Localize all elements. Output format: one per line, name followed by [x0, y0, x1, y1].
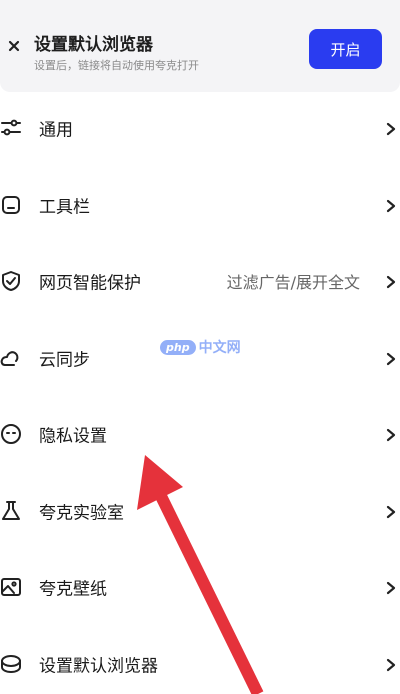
- toolbar-icon: [0, 194, 22, 216]
- chevron-right-icon: [386, 198, 396, 212]
- menu-item-lab[interactable]: 夸克实验室: [0, 473, 400, 550]
- sliders-icon: [0, 117, 22, 139]
- wallpaper-icon: [0, 576, 22, 598]
- close-icon[interactable]: [4, 36, 24, 56]
- enable-button[interactable]: 开启: [309, 29, 382, 69]
- watermark-text: 中文网: [198, 340, 241, 356]
- shield-check-icon: [0, 270, 22, 292]
- menu-item-wallpaper[interactable]: 夸克壁纸: [0, 549, 400, 626]
- default-browser-banner: 设置默认浏览器 设置后，链接将自动使用夸克打开 开启: [0, 0, 400, 92]
- chevron-right-icon: [386, 657, 396, 671]
- cloud-icon: [0, 347, 22, 369]
- privacy-face-icon: [0, 423, 22, 445]
- menu-item-label: 夸克壁纸: [39, 579, 107, 600]
- menu-item-label: 云同步: [39, 350, 90, 371]
- banner-title: 设置默认浏览器: [34, 35, 153, 55]
- chevron-right-icon: [386, 121, 396, 136]
- menu-item-label: 工具栏: [39, 197, 90, 218]
- menu-item-label: 设置默认浏览器: [39, 656, 158, 677]
- menu-item-label: 网页智能保护: [39, 273, 141, 294]
- menu-item-toolbar[interactable]: 工具栏: [0, 167, 400, 244]
- chevron-right-icon: [386, 274, 396, 289]
- menu-item-cloud-sync[interactable]: 云同步: [0, 320, 400, 397]
- menu-item-label: 通用: [39, 120, 73, 141]
- settings-menu: 通用 工具栏 网页智能保护 过滤广告/展开全文 云同步 隐私设置 夸克实验室 夸…: [0, 90, 400, 694]
- flask-icon: [0, 500, 22, 522]
- menu-item-label: 夸克实验室: [39, 503, 124, 524]
- watermark-pill: php: [160, 339, 196, 355]
- chevron-right-icon: [386, 351, 396, 365]
- menu-item-value: 过滤广告/展开全文: [226, 273, 360, 293]
- menu-item-general[interactable]: 通用: [0, 90, 400, 167]
- menu-item-privacy[interactable]: 隐私设置: [0, 396, 400, 473]
- default-browser-icon: [0, 653, 22, 675]
- menu-item-default-browser[interactable]: 设置默认浏览器: [0, 626, 400, 694]
- menu-item-web-protection[interactable]: 网页智能保护 过滤广告/展开全文: [0, 243, 400, 320]
- chevron-right-icon: [386, 580, 396, 595]
- banner-subtitle: 设置后，链接将自动使用夸克打开: [34, 59, 199, 72]
- chevron-right-icon: [386, 504, 396, 518]
- watermark: php 中文网: [160, 337, 241, 357]
- chevron-right-icon: [386, 427, 396, 442]
- menu-item-label: 隐私设置: [39, 426, 107, 447]
